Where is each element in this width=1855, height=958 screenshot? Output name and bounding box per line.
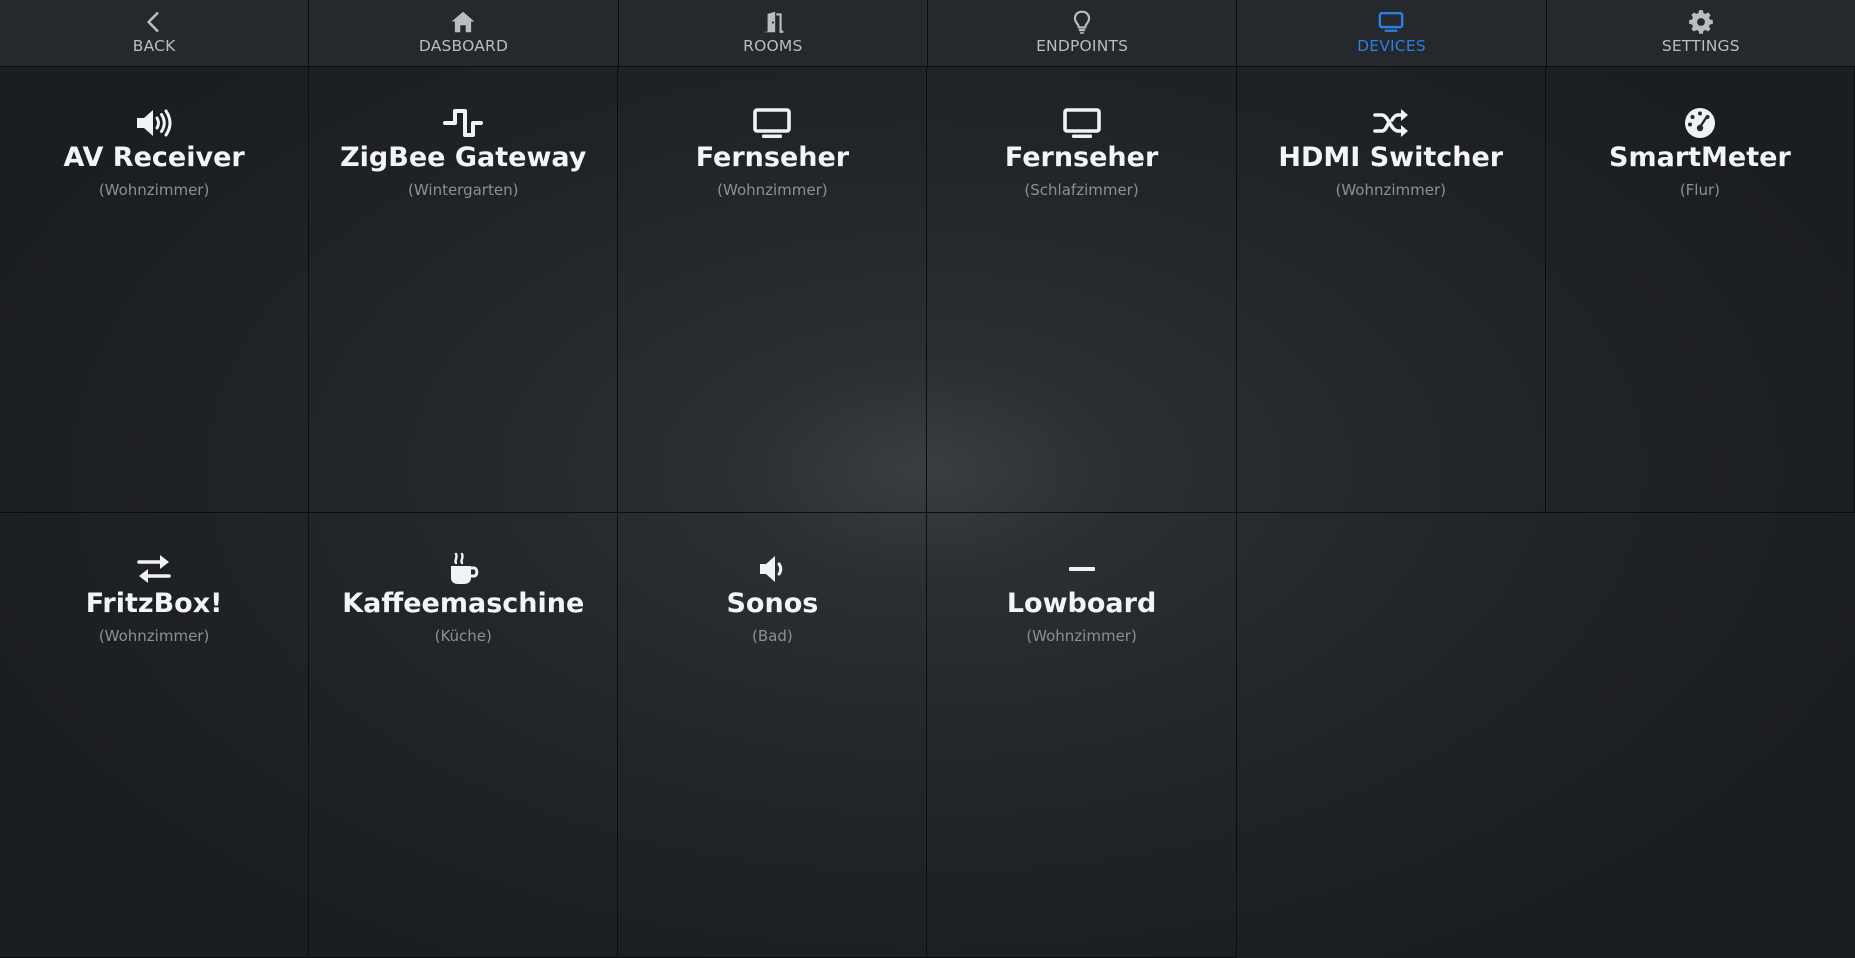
- volume-low-icon: [750, 551, 794, 587]
- gauge-icon: [1678, 105, 1722, 141]
- empty-grid-area: [1237, 513, 1855, 958]
- device-name: Sonos: [726, 588, 819, 619]
- nav-endpoints[interactable]: ENDPOINTS: [928, 0, 1238, 66]
- chevron-left-icon: [140, 8, 168, 36]
- device-name: Kaffeemaschine: [342, 588, 585, 619]
- device-name: HDMI Switcher: [1278, 142, 1504, 173]
- devices-page: BACK DASBOARD ROOMS ENDPOINTS DEVICES SE…: [0, 0, 1855, 958]
- volume-high-icon: [132, 105, 176, 141]
- nav-back[interactable]: BACK: [0, 0, 310, 66]
- device-name: AV Receiver: [63, 142, 245, 173]
- nav-devices[interactable]: DEVICES: [1237, 0, 1547, 66]
- device-tile-sonos[interactable]: Sonos (Bad): [618, 513, 928, 958]
- device-name: FritzBox!: [85, 588, 223, 619]
- device-name: Lowboard: [1006, 588, 1157, 619]
- device-grid: AV Receiver (Wohnzimmer) ZigBee Gateway …: [0, 67, 1855, 958]
- nav-devices-label: DEVICES: [1357, 37, 1426, 55]
- device-room: (Wohnzimmer): [717, 181, 828, 199]
- nav-settings-label: SETTINGS: [1661, 37, 1740, 55]
- home-icon: [449, 8, 477, 36]
- tv-icon: [1060, 105, 1104, 141]
- minus-icon: [1060, 551, 1104, 587]
- device-tile-av-receiver[interactable]: AV Receiver (Wohnzimmer): [0, 67, 310, 513]
- device-room: (Wohnzimmer): [1335, 181, 1446, 199]
- device-tile-fernseher-schlafzimmer[interactable]: Fernseher (Schlafzimmer): [927, 67, 1237, 513]
- device-tile-kaffeemaschine[interactable]: Kaffeemaschine (Küche): [309, 513, 619, 958]
- door-open-icon: [759, 8, 787, 36]
- device-tile-hdmi-switcher[interactable]: HDMI Switcher (Wohnzimmer): [1236, 67, 1546, 513]
- device-name: ZigBee Gateway: [340, 142, 587, 173]
- exchange-arrows-icon: [132, 551, 176, 587]
- monitor-icon: [1377, 8, 1405, 36]
- nav-settings[interactable]: SETTINGS: [1547, 0, 1855, 66]
- nav-dashboard[interactable]: DASBOARD: [309, 0, 619, 66]
- device-room: (Schlafzimmer): [1024, 181, 1139, 199]
- device-room: (Küche): [434, 627, 492, 645]
- device-tile-fritzbox[interactable]: FritzBox! (Wohnzimmer): [0, 513, 310, 958]
- device-room: (Wohnzimmer): [1026, 627, 1137, 645]
- tv-icon: [750, 105, 794, 141]
- wave-square-icon: [441, 105, 485, 141]
- nav-rooms-label: ROOMS: [743, 37, 803, 55]
- nav-endpoints-label: ENDPOINTS: [1036, 37, 1129, 55]
- device-tile-smartmeter[interactable]: SmartMeter (Flur): [1545, 67, 1855, 513]
- device-name: Fernseher: [695, 142, 850, 173]
- device-tile-lowboard[interactable]: Lowboard (Wohnzimmer): [927, 513, 1237, 958]
- shuffle-icon: [1369, 105, 1413, 141]
- device-tile-zigbee-gateway[interactable]: ZigBee Gateway (Wintergarten): [309, 67, 619, 513]
- device-room: (Wohnzimmer): [98, 181, 210, 199]
- device-tile-fernseher-wohnzimmer[interactable]: Fernseher (Wohnzimmer): [618, 67, 928, 513]
- device-room: (Wintergarten): [408, 181, 519, 199]
- device-room: (Flur): [1679, 181, 1720, 199]
- gear-icon: [1687, 8, 1715, 36]
- nav-rooms[interactable]: ROOMS: [619, 0, 928, 66]
- nav-dashboard-label: DASBOARD: [418, 37, 509, 55]
- lightbulb-icon: [1068, 8, 1096, 36]
- coffee-mug-icon: [441, 551, 485, 587]
- nav-back-label: BACK: [132, 37, 176, 55]
- device-name: Fernseher: [1004, 142, 1159, 173]
- device-room: (Wohnzimmer): [98, 627, 210, 645]
- top-navigation: BACK DASBOARD ROOMS ENDPOINTS DEVICES SE…: [0, 0, 1855, 67]
- device-room: (Bad): [752, 627, 793, 645]
- device-name: SmartMeter: [1609, 142, 1791, 173]
